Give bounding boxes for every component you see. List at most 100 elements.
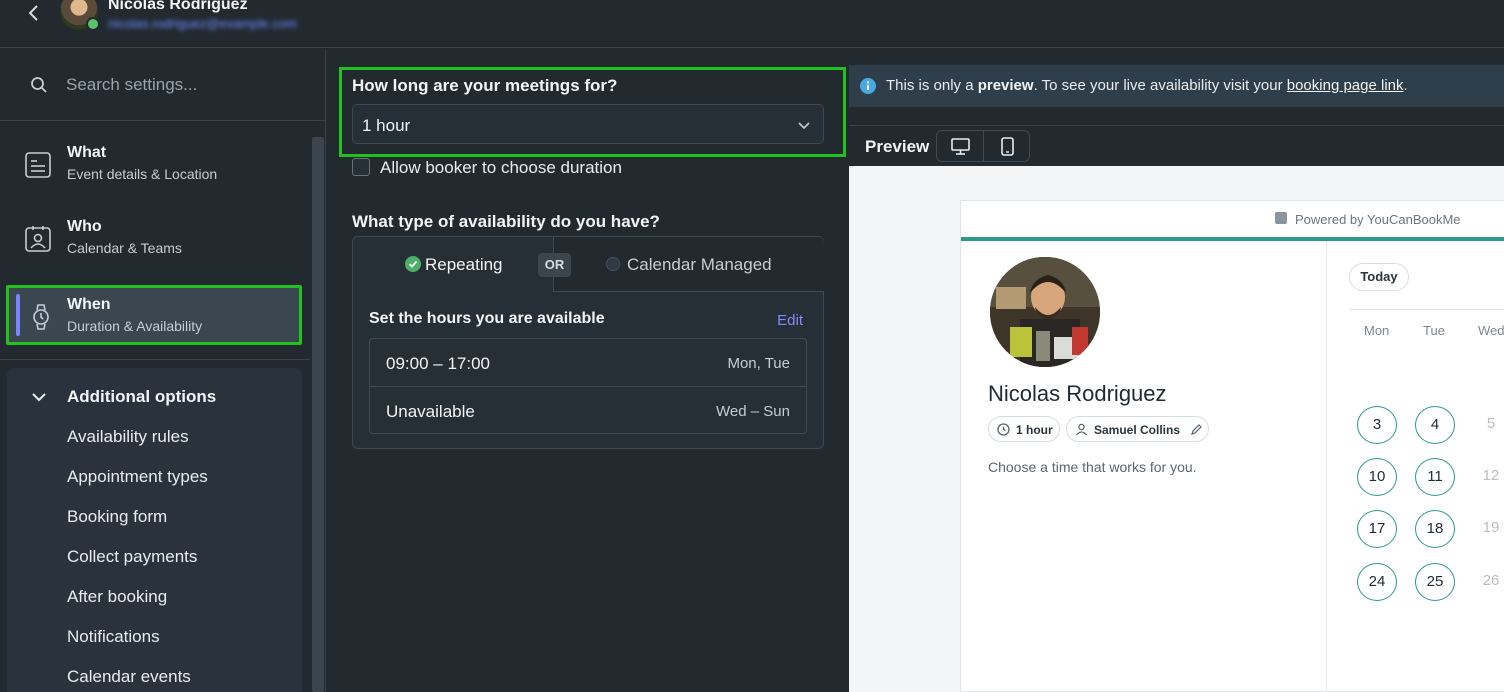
sidebar-item-subtitle: Duration & Availability [67,318,203,334]
tab-repeating-label: Repeating [425,255,503,274]
calendar: Today Mon Tue Wed 3 4 5 10 11 12 17 18 1… [1327,241,1504,692]
hours-time: Unavailable [386,402,475,421]
sidebar-item-availability-rules[interactable]: Availability rules [67,427,189,447]
sidebar-item-title: What [67,144,107,161]
today-button[interactable]: Today [1349,263,1409,291]
duration-value: 1 hour [362,116,411,135]
preview-canvas: Powered by YouCanBookMe Nicolas Rodrigue… [849,166,1504,692]
allow-duration-label: Allow booker to choose duration [380,158,622,177]
calendar-day: 19 [1482,519,1500,536]
hours-time: 09:00 – 17:00 [386,354,490,373]
hours-days: Wed – Sun [716,403,790,420]
sidebar-item-appointment-types[interactable]: Appointment types [67,467,208,487]
duration-label: How long are your meetings for? [352,76,618,95]
calendar-day: 12 [1482,467,1500,484]
hours-table: 09:00 – 17:00 Mon, Tue Unavailable Wed –… [369,338,807,434]
watch-icon [27,302,55,332]
availability-type-label: What type of availability do you have? [352,212,660,231]
calendar-day: 5 [1486,415,1496,432]
tab-calendar-managed-label: Calendar Managed [627,255,772,274]
clock-icon [997,423,1010,436]
back-icon[interactable] [22,2,46,24]
calendar-day: 26 [1482,572,1500,589]
youcanbookme-logo-icon [1275,212,1287,224]
contact-card-icon [24,224,52,254]
chevron-down-icon [797,118,811,132]
calendar-day[interactable]: 11 [1415,458,1455,496]
calendar-day[interactable]: 4 [1415,406,1455,444]
desktop-view-button[interactable] [937,131,984,161]
divider [0,359,310,360]
hours-title: Set the hours you are available [369,310,605,327]
pencil-icon [1190,423,1203,436]
sidebar-item-title: Who [67,218,102,235]
search-bar [0,49,326,121]
powered-by-text: Powered by YouCanBookMe [1295,212,1461,227]
calendar-day[interactable]: 18 [1415,510,1455,548]
info-icon [859,77,877,95]
tab-calendar-managed[interactable]: Calendar Managed [554,237,824,292]
sidebar-item-when[interactable]: When Duration & Availability [6,285,302,345]
sidebar-item-subtitle: Calendar & Teams [67,240,182,256]
weekday-label: Mon [1364,323,1390,338]
calendar-day[interactable]: 24 [1357,563,1397,601]
info-text-start: This is only a [886,77,978,94]
preview-label: Preview [865,137,930,156]
duration-chip: 1 hour [988,416,1060,442]
check-circle-icon [405,256,421,272]
sidebar-item-title: When [67,296,111,313]
tab-repeating[interactable]: Repeating [353,237,554,292]
additional-options: Additional options Availability rules Ap… [7,368,302,692]
calendar-divider [1349,309,1504,310]
calendar-day[interactable]: 3 [1357,406,1397,444]
availability-card: Repeating Calendar Managed OR Set the ho… [352,236,824,449]
sidebar-item-collect-payments[interactable]: Collect payments [67,547,197,567]
table-row: Unavailable Wed – Sun [370,386,806,433]
or-badge: OR [538,253,571,277]
weekday-label: Wed [1478,323,1504,338]
hours-days: Mon, Tue [727,355,790,372]
host-name: Nicolas Rodriguez [988,381,1167,406]
sidebar-item-booking-form[interactable]: Booking form [67,507,167,527]
search-input[interactable] [66,71,306,99]
calendar-day[interactable]: 10 [1357,458,1397,496]
sidebar-scrollbar[interactable] [312,137,324,692]
host-chip-label: Samuel Collins [1094,423,1181,437]
calendar-day[interactable]: 17 [1357,510,1397,548]
host-avatar [990,257,1100,367]
sidebar-item-notifications[interactable]: Notifications [67,627,160,647]
info-text-end: . [1403,77,1408,94]
allow-duration-checkbox[interactable] [352,158,370,176]
radio-icon [606,257,620,271]
duration-select[interactable]: 1 hour [352,104,824,144]
booking-page-link[interactable]: booking page link [1287,77,1404,94]
choose-time-text: Choose a time that works for you. [988,459,1197,475]
search-icon [30,76,48,94]
desktop-icon [937,138,984,165]
mobile-view-button[interactable] [984,131,1031,161]
additional-options-title: Additional options [67,387,217,406]
duration-chip-label: 1 hour [1016,423,1053,437]
additional-options-toggle[interactable]: Additional options [7,368,302,424]
chevron-down-icon [30,388,48,406]
weekday-label: Tue [1423,323,1445,338]
preview-panel: This is only a preview. To see your live… [849,49,1504,692]
edit-hours-link[interactable]: Edit [777,312,803,329]
info-banner: This is only a preview. To see your live… [849,65,1504,107]
user-email: nicolas.rodriguez@example.com [108,16,297,31]
info-text-rest: . To see your live availability visit yo… [1033,77,1287,94]
active-indicator [16,294,20,336]
person-icon [1075,423,1088,436]
settings-panel: How long are your meetings for? 1 hour A… [327,49,848,692]
document-icon [24,150,52,180]
table-row: 09:00 – 17:00 Mon, Tue [370,339,806,386]
sidebar-item-who[interactable]: Who Calendar & Teams [0,206,310,276]
sidebar-item-calendar-events[interactable]: Calendar events [67,667,191,687]
sidebar-item-what[interactable]: What Event details & Location [0,132,310,202]
user-name: Nicolas Rodriguez [108,0,248,13]
host-chip[interactable]: Samuel Collins [1066,416,1209,442]
device-toggle [936,130,1030,162]
sidebar-item-after-booking[interactable]: After booking [67,587,167,607]
calendar-day[interactable]: 25 [1415,563,1455,601]
mobile-icon [984,137,1031,165]
